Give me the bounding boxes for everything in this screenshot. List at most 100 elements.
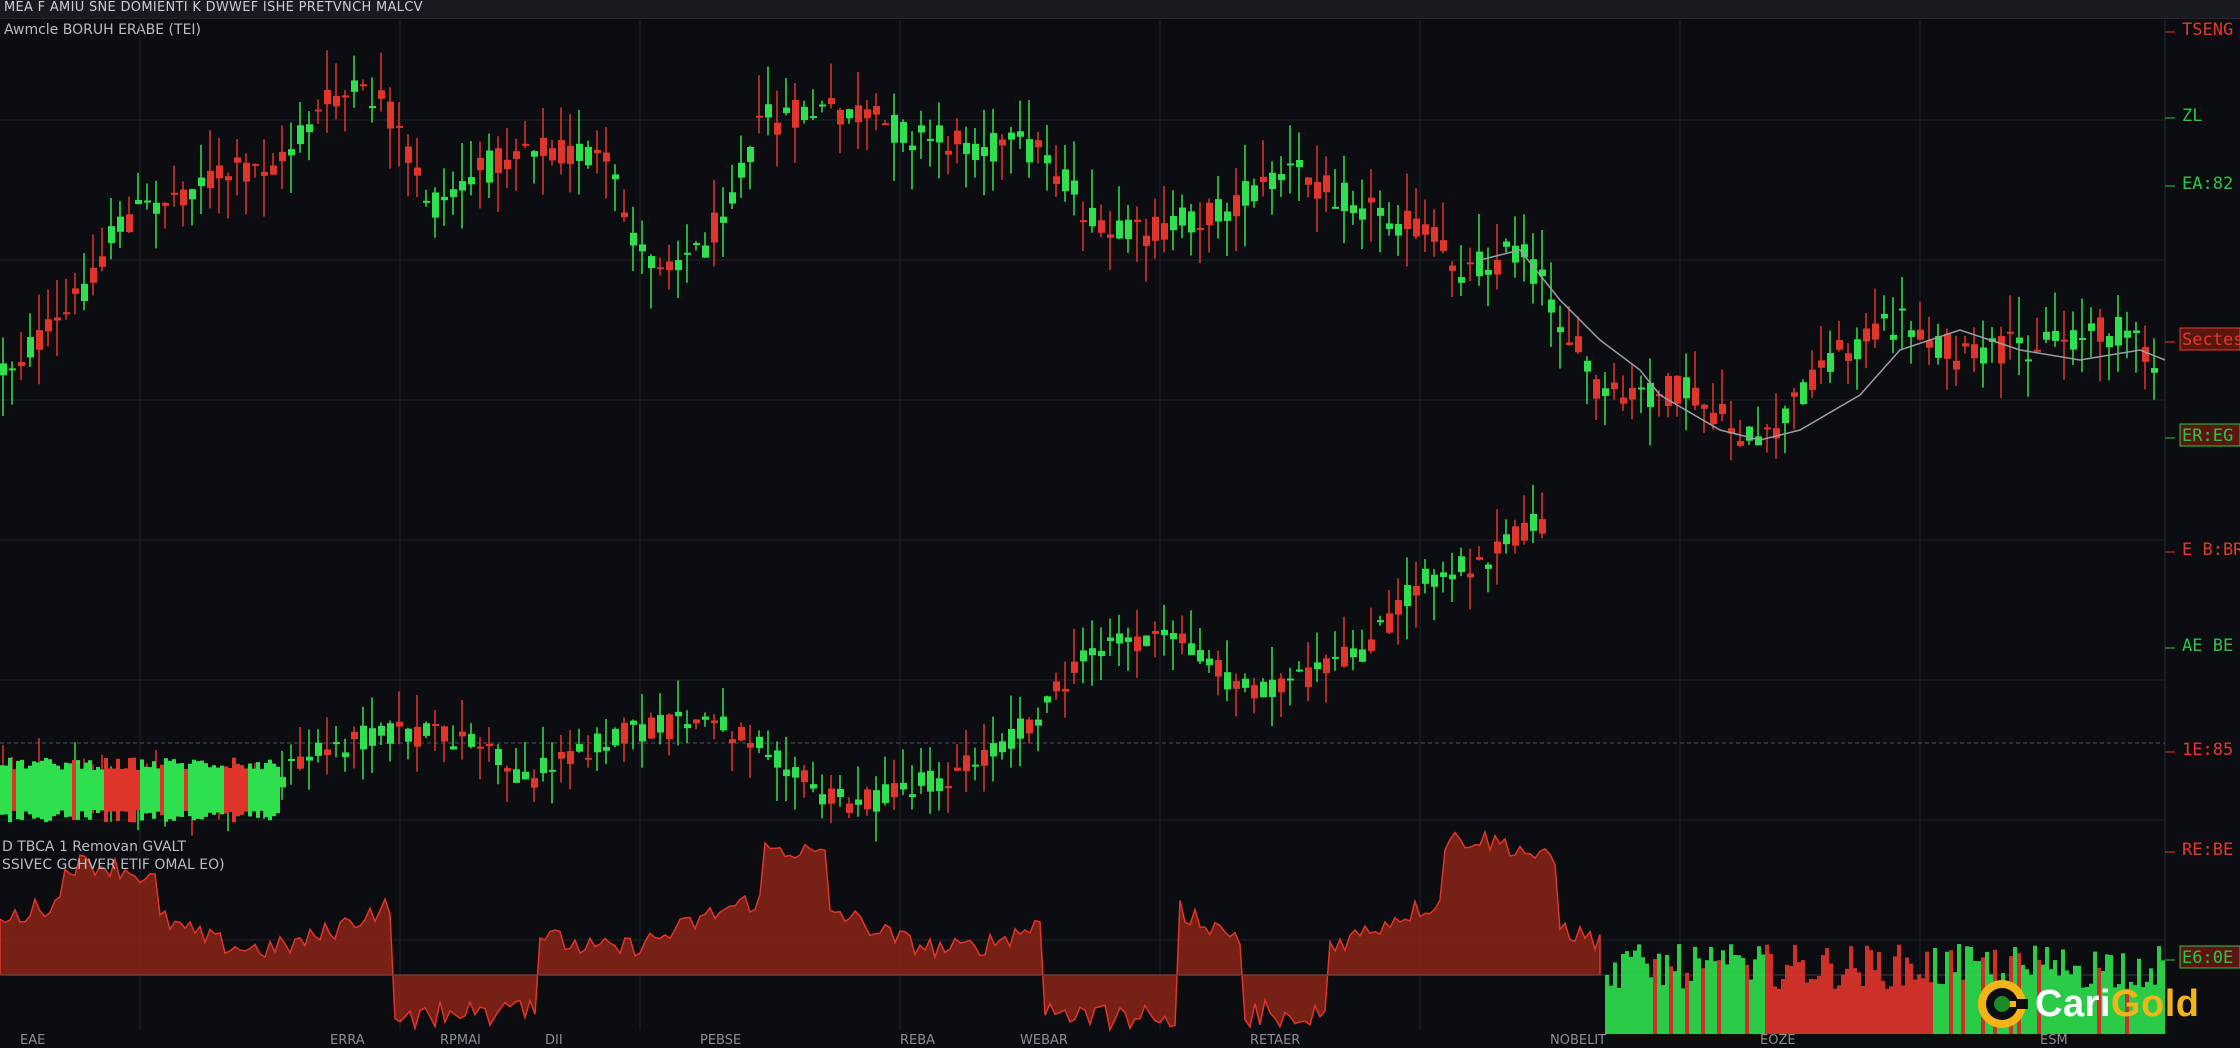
lower-candle-body-69 <box>621 722 628 744</box>
upper-candle-body-94 <box>846 109 853 119</box>
upper-candle-body-92 <box>828 98 835 105</box>
indicator-bar-90 <box>1965 946 1969 1034</box>
upper-candle-body-4 <box>36 330 43 350</box>
lower-candle-body-122 <box>1098 650 1105 657</box>
upper-candle-body-147 <box>1323 175 1330 193</box>
upper-candle-body-3 <box>27 337 34 358</box>
upper-candle-body-11 <box>99 256 106 267</box>
lower-candle-body-164 <box>1476 557 1483 560</box>
upper-candle-body-86 <box>774 122 781 135</box>
indicator-bar-85 <box>1945 951 1949 1034</box>
lower-candle-body-157 <box>1413 585 1420 596</box>
price-label-5: E B:BR <box>2182 540 2240 560</box>
indicator-bar-29 <box>1721 950 1725 1034</box>
upper-candle-body-128 <box>1152 216 1159 241</box>
price-label-2: EA:82 <box>2182 174 2233 194</box>
upper-candle-body-78 <box>702 245 709 258</box>
upper-candle-body-103 <box>927 138 934 141</box>
upper-candle-body-123 <box>1107 234 1114 238</box>
lower-candle-body-103 <box>927 770 934 792</box>
upper-candle-body-68 <box>612 174 619 180</box>
upper-candle-body-172 <box>1548 299 1555 313</box>
upper-candle-body-14 <box>126 214 133 233</box>
price-chart[interactable]: TSENG ZL EA:82 Sectes ER:EG E B:BR AE BE 1E:85 R… <box>0 0 2240 1048</box>
indicator-bar-34 <box>1741 957 1745 1034</box>
indicator-bar-23 <box>1697 958 1701 1034</box>
upper-candle-body-24 <box>216 165 223 179</box>
lower-candle-body-55 <box>495 748 502 766</box>
indicator-bar-22 <box>1693 946 1697 1034</box>
indicator-bar-11 <box>1649 977 1653 1034</box>
upper-candle-body-175 <box>1575 336 1582 353</box>
upper-candle-body-204 <box>1836 339 1843 350</box>
lower-candle-body-153 <box>1377 620 1384 623</box>
lower-candle-body-83 <box>747 743 754 748</box>
indicator-bar-28 <box>1717 960 1721 1034</box>
volume-bar-1 <box>4 765 8 815</box>
volume-bar-66 <box>264 763 268 817</box>
indicator-bar-84 <box>1941 984 1945 1034</box>
lower-candle-body-136 <box>1224 672 1231 690</box>
upper-candle-body-223 <box>2007 331 2014 334</box>
upper-candle-body-198 <box>1782 408 1789 424</box>
indicator-bar-20 <box>1685 972 1689 1034</box>
indicator-bar-60 <box>1845 968 1849 1034</box>
indicator-bar-10 <box>1645 963 1649 1034</box>
carigold-c-logo-icon <box>1978 980 2028 1028</box>
volume-bar-68 <box>272 763 276 817</box>
upper-candle-body-125 <box>1125 219 1132 240</box>
lower-candle-body-109 <box>981 749 988 766</box>
lower-candle-body-135 <box>1215 660 1222 677</box>
time-label-7: RETAER <box>1250 1033 1300 1048</box>
volume-bar-46 <box>184 768 188 812</box>
upper-candle-body-208 <box>1872 323 1879 340</box>
lower-candle-body-53 <box>477 746 484 749</box>
upper-candle-body-48 <box>432 192 439 218</box>
volume-bar-59 <box>236 763 240 817</box>
lower-candle-body-160 <box>1440 572 1447 577</box>
volume-bar-49 <box>196 761 200 819</box>
volume-bar-65 <box>260 769 264 811</box>
lower-candle-body-66 <box>594 733 601 753</box>
volume-bar-67 <box>268 759 272 821</box>
upper-candle-body-154 <box>1386 223 1393 229</box>
indicator-bar-21 <box>1689 980 1693 1034</box>
volume-bar-4 <box>16 760 20 820</box>
volume-bar-17 <box>68 763 72 817</box>
lower-candle-body-70 <box>630 720 637 725</box>
lower-candle-body-101 <box>909 794 916 798</box>
upper-candle-body-17 <box>153 202 160 214</box>
upper-candle-body-231 <box>2079 337 2086 340</box>
upper-candle-body-219 <box>1971 344 1978 359</box>
upper-candle-body-202 <box>1818 360 1825 368</box>
lower-candle-body-130 <box>1170 632 1177 640</box>
lower-candle-body-44 <box>396 721 403 727</box>
indicator-title: D TBCA 1 Removan GVALT SSIVEC GCHVER ETI… <box>2 838 225 874</box>
lower-candle-body-108 <box>972 764 979 767</box>
upper-candle-body-95 <box>855 105 862 123</box>
lower-candle-body-120 <box>1080 650 1087 662</box>
upper-candle-body-228 <box>2052 331 2059 341</box>
lower-candle-body-162 <box>1458 556 1465 573</box>
upper-candle-body-144 <box>1296 160 1303 168</box>
volume-bar-19 <box>76 760 80 820</box>
lower-candle-body-45 <box>405 728 412 742</box>
indicator-bar-72 <box>1893 956 1897 1034</box>
upper-candle-body-102 <box>918 125 925 133</box>
upper-candle-body-59 <box>531 151 538 157</box>
lower-candle-body-116 <box>1044 696 1051 703</box>
upper-candle-body-80 <box>720 216 727 223</box>
indicator-bar-12 <box>1653 959 1657 1034</box>
lower-candle-body-121 <box>1089 648 1096 656</box>
time-label-10: ESM <box>2040 1033 2068 1048</box>
indicator-bar-69 <box>1881 980 1885 1034</box>
indicator-bar-81 <box>1929 982 1933 1034</box>
upper-candle-body-216 <box>1944 333 1951 359</box>
upper-candle-body-215 <box>1935 336 1942 358</box>
upper-candle-body-168 <box>1512 245 1519 263</box>
lower-candle-body-52 <box>468 733 475 747</box>
indicator-bar-4 <box>1621 953 1625 1034</box>
upper-candle-body-157 <box>1413 218 1420 237</box>
upper-candle-body-87 <box>783 107 790 114</box>
upper-candle-body-37 <box>333 95 340 107</box>
